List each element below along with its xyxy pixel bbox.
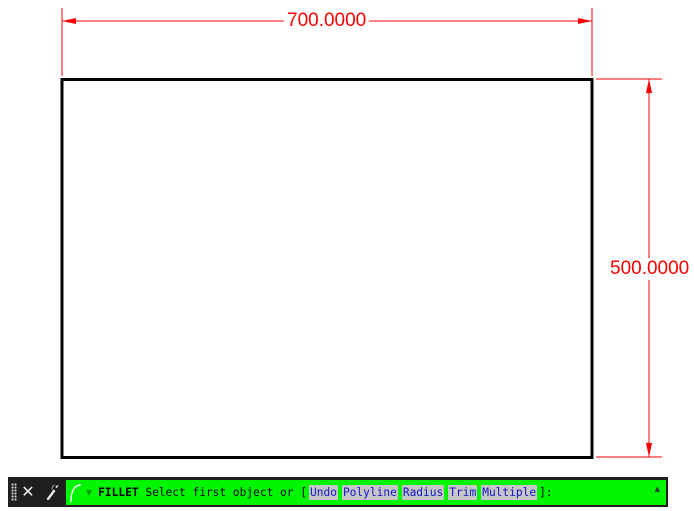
arrowhead-right (578, 18, 592, 24)
drawing-svg (60, 8, 662, 459)
arrowhead-top (646, 79, 652, 93)
command-prompt-text: Select first object or [ (145, 486, 307, 499)
close-icon[interactable]: ✕ (20, 477, 36, 507)
width-dimension-text[interactable]: 700.0000 (284, 10, 370, 32)
option-multiple[interactable]: Multiple (481, 485, 538, 500)
height-dimension-text[interactable]: 500.0000 (609, 258, 691, 280)
option-polyline[interactable]: Polyline (341, 485, 398, 500)
arrowhead-bottom (646, 443, 652, 457)
command-line-window: ✕ ▼ FILLET Select first object or [ Undo… (8, 477, 668, 507)
arrowhead-left (62, 18, 76, 24)
wrench-icon (46, 484, 59, 500)
rectangle-object[interactable] (60, 78, 594, 459)
customize-button[interactable] (42, 477, 64, 507)
option-trim[interactable]: Trim (448, 485, 478, 500)
command-name: FILLET (98, 486, 139, 499)
prompt-end: ]: (539, 486, 553, 499)
option-radius[interactable]: Radius (401, 485, 445, 500)
option-undo[interactable]: Undo (308, 485, 338, 500)
command-input[interactable]: ▼ FILLET Select first object or [ Undo P… (66, 480, 666, 505)
recent-commands-arrow-icon[interactable]: ▼ (86, 488, 92, 497)
command-prompt-icon[interactable] (69, 480, 85, 505)
command-history-up-icon[interactable]: ▲ (655, 485, 660, 493)
grip-handle[interactable] (11, 483, 17, 501)
drawing-canvas[interactable]: 700.0000 500.0000 (0, 0, 694, 470)
